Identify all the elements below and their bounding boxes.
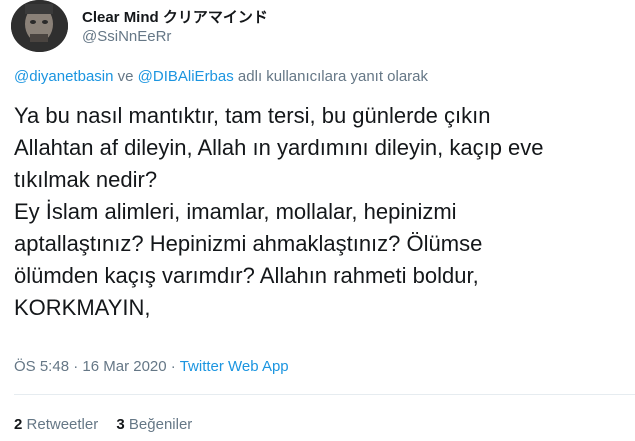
tweet-text: Ya bu nasıl mantıktır, tam tersi, bu gün… [14,100,629,324]
likes-count: 3 [116,416,125,433]
meta-separator: · [170,358,176,375]
tweet-line: ölümden kaçış varımdır? Allahın rahmeti … [14,263,479,288]
tweet-stats: 2 Retweetler 3 Beğeniler [14,416,206,433]
reply-joiner: ve [117,68,134,85]
tweet-line: KORKMAYIN, [14,295,151,320]
mention-link[interactable]: @diyanetbasin [14,68,113,85]
tweet-line: Ya bu nasıl mantıktır, tam tersi, bu gün… [14,103,491,128]
tweet-line: aptallaştınız? Hepinizmi ahmaklaştınız? … [14,231,483,256]
tweet-time[interactable]: ÖS 5:48 [14,358,69,375]
meta-separator: · [73,358,79,375]
retweets-stat[interactable]: 2 Retweetler [14,416,98,433]
mention-link[interactable]: @DIBAliErbas [138,68,234,85]
likes-label: Beğeniler [128,416,193,433]
avatar[interactable] [11,0,68,52]
tweet-line: tıkılmak nedir? [14,167,158,192]
reply-suffix: adlı kullanıcılara yanıt olarak [237,68,429,85]
tweet-line: Ey İslam alimleri, imamlar, mollalar, he… [14,199,457,224]
tweet-meta: ÖS 5:48 · 16 Mar 2020 · Twitter Web App [14,358,289,375]
retweets-label: Retweetler [26,416,99,433]
display-name[interactable]: Clear Mind クリアマインド [82,6,268,27]
divider [14,394,635,395]
user-handle[interactable]: @SsiNnEeRr [82,28,171,45]
retweets-count: 2 [14,416,23,433]
avatar-image [11,0,68,52]
tweet-date[interactable]: 16 Mar 2020 [82,358,166,375]
reply-context: @diyanetbasin ve @DIBAliErbas adlı kulla… [14,68,428,85]
likes-stat[interactable]: 3 Beğeniler [116,416,192,433]
tweet-line: Allahtan af dileyin, Allah ın yardımını … [14,135,544,160]
tweet-source-link[interactable]: Twitter Web App [180,358,289,375]
